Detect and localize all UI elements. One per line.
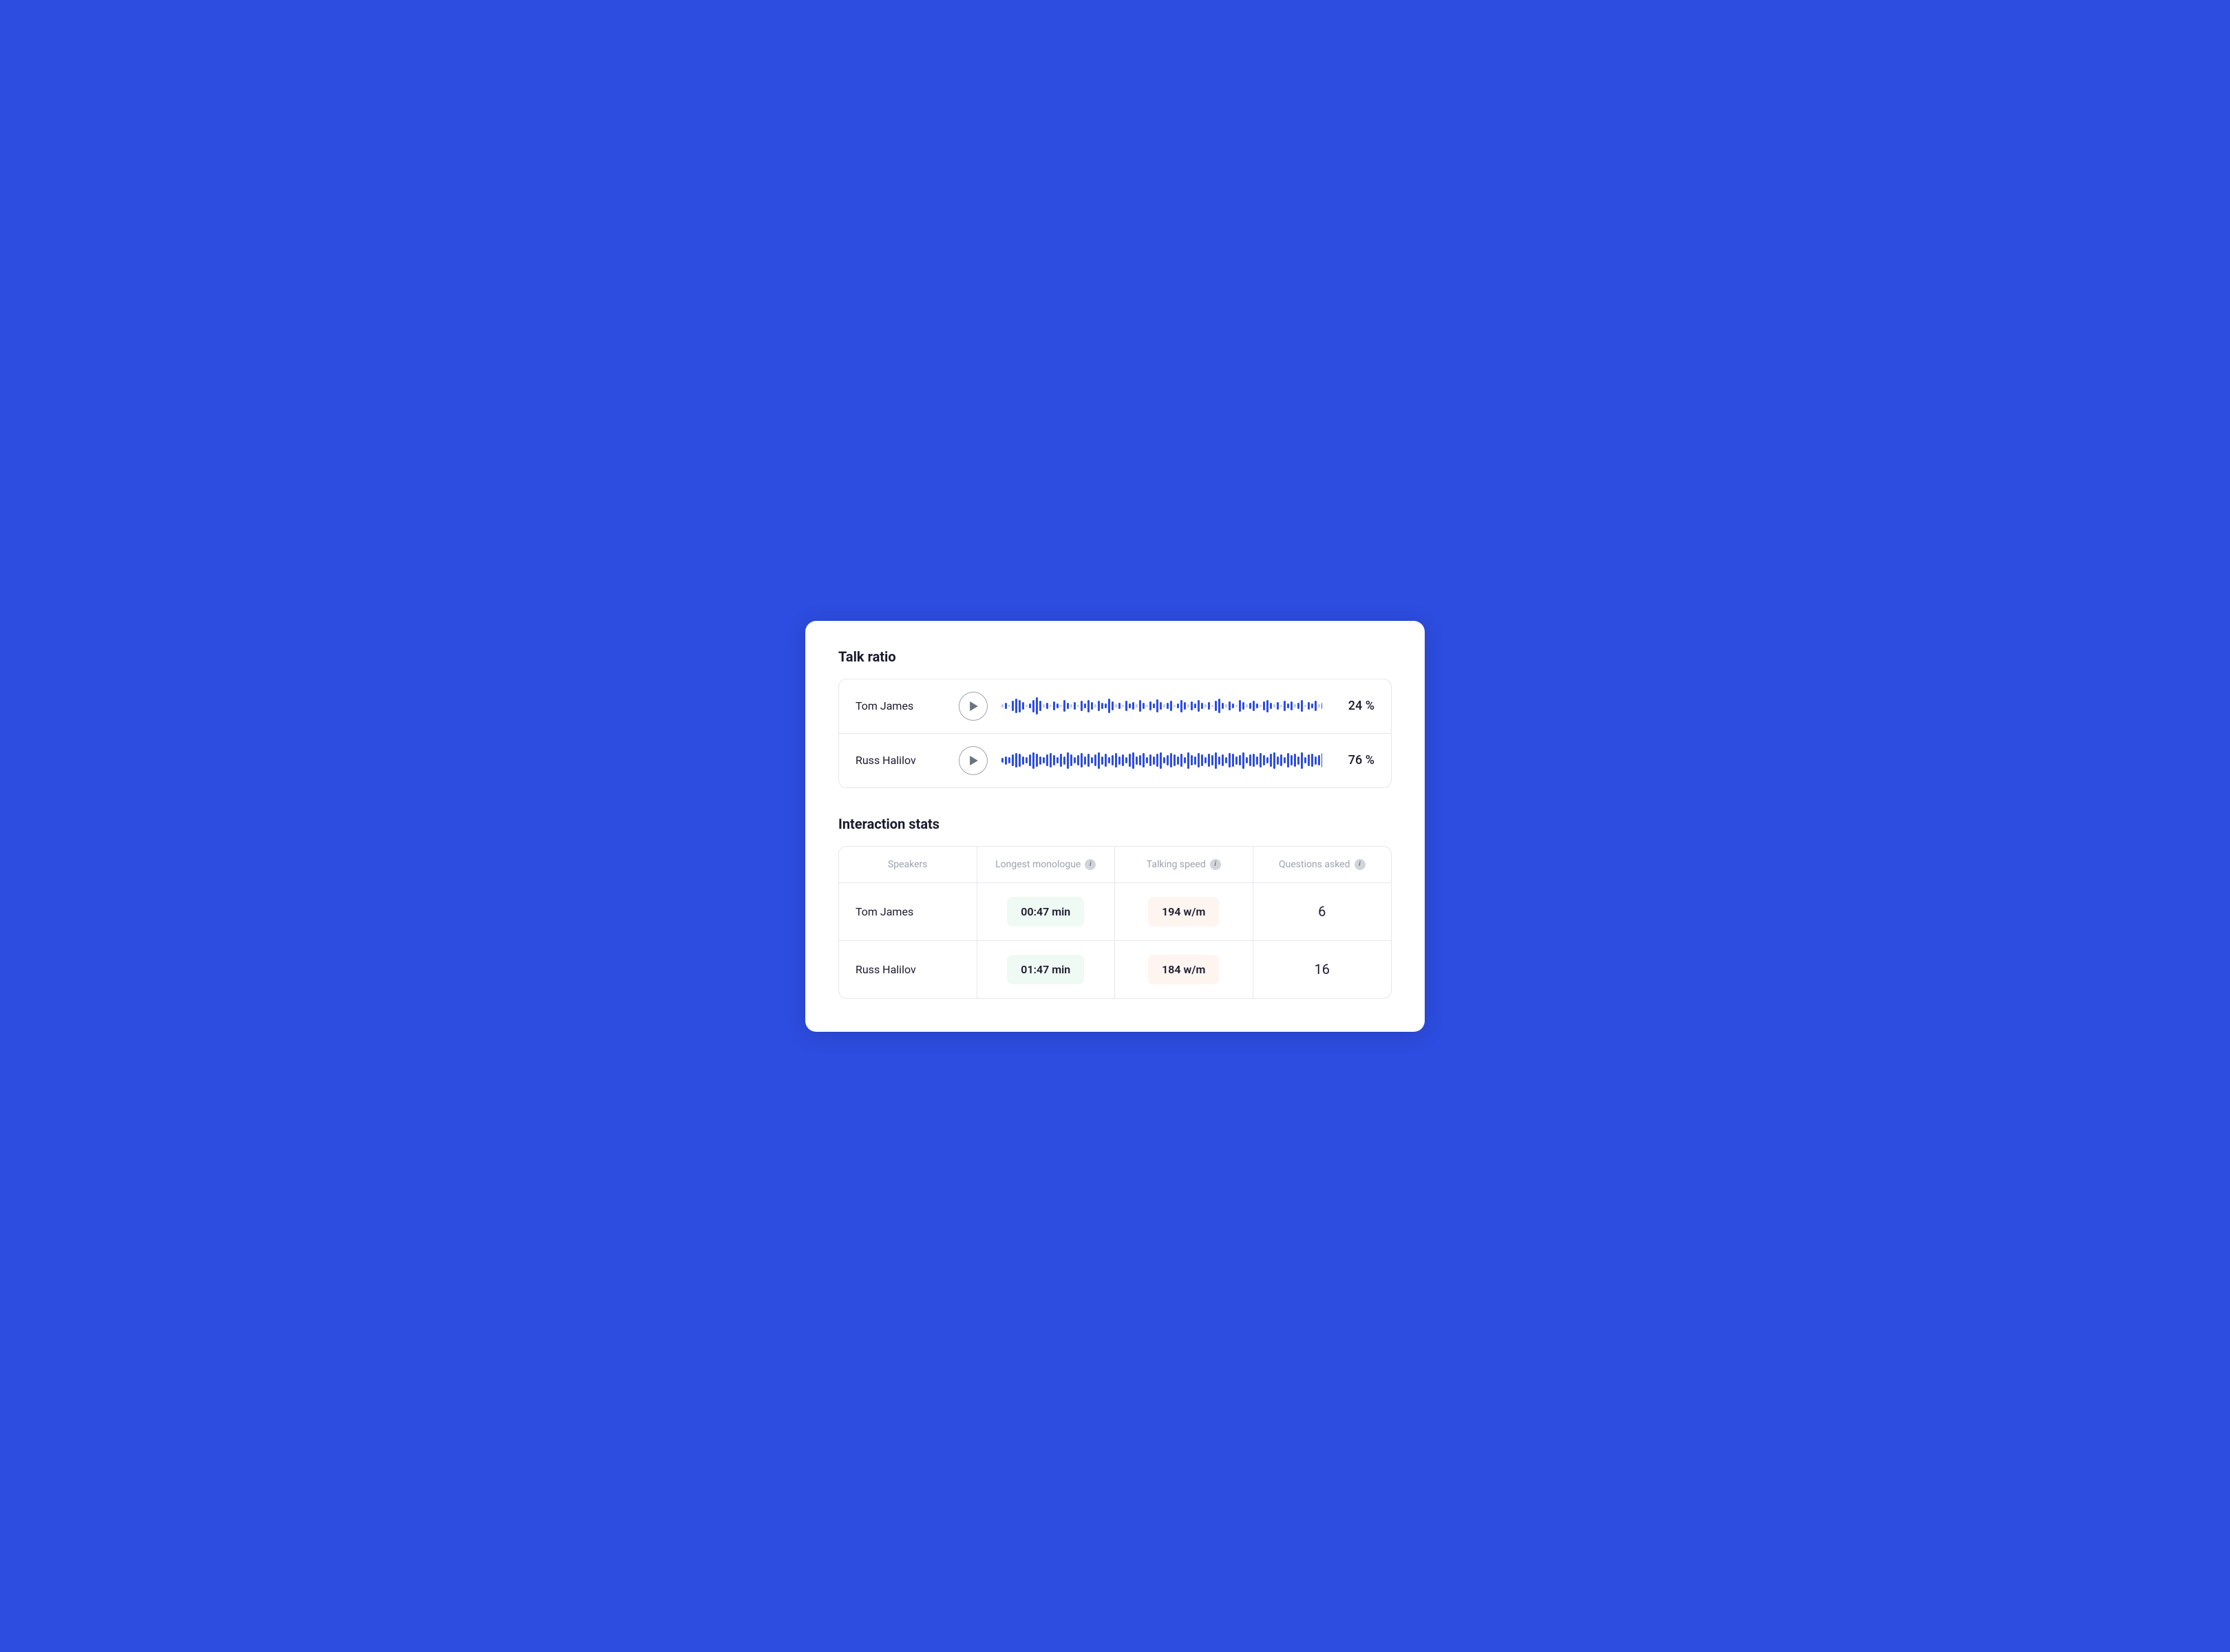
waveform-russ [1001, 751, 1322, 770]
col-header-questions: Questions asked i [1253, 847, 1392, 882]
percent-tom: 24 % [1336, 699, 1374, 713]
stats-speed-tom: 194 w/m [1115, 883, 1253, 940]
percent-russ: 76 % [1336, 753, 1374, 767]
speed-badge-tom: 194 w/m [1148, 897, 1219, 926]
speed-badge-russ: 184 w/m [1148, 955, 1219, 984]
speaker-name-russ: Russ Halilov [856, 754, 945, 767]
stats-table: Speakers Longest monologue i Talking spe… [838, 846, 1392, 999]
waveform-tom [1001, 697, 1322, 716]
stats-row-tom: Tom James 00:47 min 194 w/m 6 [839, 883, 1391, 941]
stats-name-russ: Russ Halilov [839, 941, 977, 998]
stats-questions-russ: 16 [1253, 941, 1392, 998]
play-button-russ[interactable] [959, 746, 988, 775]
talk-ratio-box: Tom James 24 % Russ Halilov 76 % [838, 679, 1392, 788]
monologue-badge-russ: 01:47 min [1007, 955, 1084, 984]
stats-monologue-russ: 01:47 min [977, 941, 1116, 998]
stats-header: Speakers Longest monologue i Talking spe… [839, 847, 1391, 883]
stats-speed-russ: 184 w/m [1115, 941, 1253, 998]
monologue-badge-tom: 00:47 min [1007, 897, 1084, 926]
talk-ratio-title: Talk ratio [838, 648, 1392, 665]
info-icon-monologue: i [1085, 859, 1096, 870]
col-header-speakers: Speakers [839, 847, 977, 882]
play-icon-tom [969, 701, 979, 711]
info-icon-questions: i [1355, 859, 1366, 870]
col-header-speed: Talking speed i [1115, 847, 1253, 882]
stats-row-russ: Russ Halilov 01:47 min 184 w/m 16 [839, 941, 1391, 998]
stats-monologue-tom: 00:47 min [977, 883, 1116, 940]
play-button-tom[interactable] [959, 692, 988, 721]
speaker-row-tom: Tom James 24 % [839, 679, 1391, 734]
interaction-stats-title: Interaction stats [838, 816, 1392, 832]
col-header-monologue: Longest monologue i [977, 847, 1116, 882]
main-card: Talk ratio Tom James 24 % Russ Halilov 7… [805, 621, 1425, 1032]
info-icon-speed: i [1210, 859, 1221, 870]
speaker-row-russ: Russ Halilov 76 % [839, 734, 1391, 787]
speaker-name-tom: Tom James [856, 699, 945, 712]
play-icon-russ [969, 756, 979, 765]
stats-questions-tom: 6 [1253, 883, 1392, 940]
stats-name-tom: Tom James [839, 883, 977, 940]
